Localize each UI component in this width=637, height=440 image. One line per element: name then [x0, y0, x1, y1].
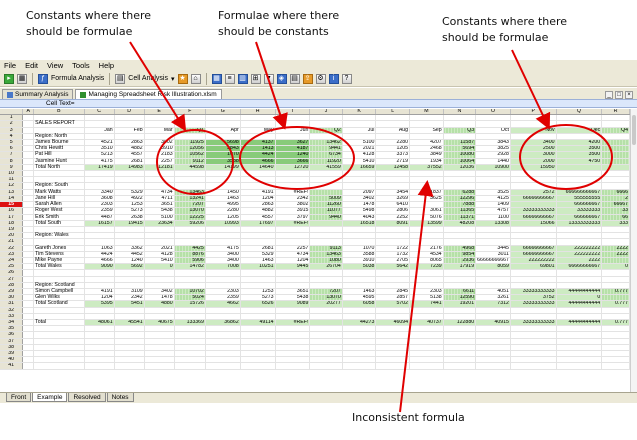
list-icon[interactable]: ≡ [224, 73, 235, 84]
toolbar-divider [32, 72, 33, 85]
chevron-down-icon[interactable]: ▾ [171, 75, 175, 83]
cell[interactable] [144, 362, 175, 370]
document-tabs: Summary Analysis Managing Spreadsheet Ri… [0, 88, 637, 99]
cell-analysis-icon[interactable]: ▤ [115, 73, 126, 84]
sheet-tab-notes[interactable]: Notes [106, 393, 134, 402]
menu-file[interactable]: File [4, 61, 16, 70]
restore-icon[interactable]: □ [615, 91, 623, 99]
annotation-inconsistent-formula: Inconsistent formula [352, 411, 465, 424]
annotation-constants-right: Constants where there should be formulae [442, 15, 568, 44]
tab-spreadsheet[interactable]: Managing Spreadsheet Risk Illustration.x… [75, 89, 222, 99]
toolbar: ▸ ▦ ƒ Formula Analysis ▤ Cell Analysis ▾… [0, 71, 637, 87]
help-icon[interactable]: ? [341, 73, 352, 84]
cell[interactable] [443, 362, 477, 370]
tab-label: Managing Spreadsheet Risk Illustration.x… [88, 91, 217, 98]
tree-icon[interactable]: ⊞ [250, 73, 261, 84]
row-header[interactable]: 41 [0, 362, 24, 370]
vertical-scrollbar[interactable] [630, 109, 637, 397]
info-icon[interactable]: i [328, 73, 339, 84]
star-icon[interactable]: ★ [177, 73, 188, 84]
settings-icon[interactable]: ⚙ [315, 73, 326, 84]
cell[interactable] [375, 362, 411, 370]
formula-bar[interactable]: Cell Text= [0, 99, 637, 108]
minimize-icon[interactable]: _ [605, 91, 613, 99]
grid-icon[interactable]: ▦ [211, 73, 222, 84]
table-icon[interactable]: ▦ [17, 73, 27, 84]
cell[interactable] [342, 362, 377, 370]
summary-icon [7, 91, 13, 98]
annotation-formulae-middle: Formulae where there should be constants [218, 9, 340, 38]
cell[interactable] [556, 362, 603, 370]
tab-summary-analysis[interactable]: Summary Analysis [2, 89, 74, 99]
map-icon[interactable]: ◈ [276, 73, 287, 84]
sheet-tabs: Front Example Resolved Notes [0, 392, 637, 403]
sheet-tab-example[interactable]: Example [32, 393, 68, 402]
annotation-constants-left: Constants where there should be formulae [26, 9, 152, 38]
cell[interactable] [309, 362, 343, 370]
cell[interactable] [601, 362, 630, 370]
cell[interactable] [22, 362, 35, 370]
menu-bar: File Edit View Tools Help [0, 60, 637, 71]
tab-label: Summary Analysis [15, 91, 69, 98]
menu-view[interactable]: View [47, 61, 63, 70]
cell[interactable] [475, 362, 511, 370]
window-controls: _ □ × [605, 91, 637, 99]
close-icon[interactable]: × [625, 91, 633, 99]
spreadsheet-grid: ABCDEFGHIJKLMNOPQR 1 2 SALES REPORT 3 Jan Feb… [0, 109, 630, 370]
spreadsheet-icon [80, 91, 87, 98]
formula-analysis-icon[interactable]: ƒ [38, 73, 48, 84]
formula-analysis-button[interactable]: Formula Analysis [51, 75, 104, 82]
cell[interactable]: 66666666667 [475, 257, 511, 265]
cell[interactable] [84, 362, 115, 370]
menu-edit[interactable]: Edit [25, 61, 38, 70]
cell[interactable] [240, 362, 276, 370]
cell-analysis-button[interactable]: Cell Analysis [128, 75, 168, 82]
sheet-tab-front[interactable]: Front [6, 393, 32, 402]
table-row: 41 [0, 362, 630, 370]
run-icon[interactable]: ▸ [4, 73, 14, 84]
cell[interactable] [205, 362, 241, 370]
home-icon[interactable]: ⌂ [190, 73, 201, 84]
sheet-tab-resolved[interactable]: Resolved [68, 393, 106, 402]
chart-icon[interactable]: ▥ [237, 73, 248, 84]
cell[interactable] [409, 362, 444, 370]
cell[interactable] [510, 362, 557, 370]
cell[interactable] [174, 362, 206, 370]
report-icon[interactable]: ▤ [289, 73, 300, 84]
cell[interactable] [33, 362, 85, 370]
menu-help[interactable]: Help [99, 61, 114, 70]
toolbar-divider [109, 72, 111, 85]
filter-icon[interactable]: ▼ [263, 73, 274, 84]
export-icon[interactable]: ⇪ [302, 73, 313, 84]
cell[interactable] [114, 362, 145, 370]
toolbar-divider [205, 72, 207, 85]
cell[interactable] [275, 362, 311, 370]
menu-tools[interactable]: Tools [72, 61, 90, 70]
